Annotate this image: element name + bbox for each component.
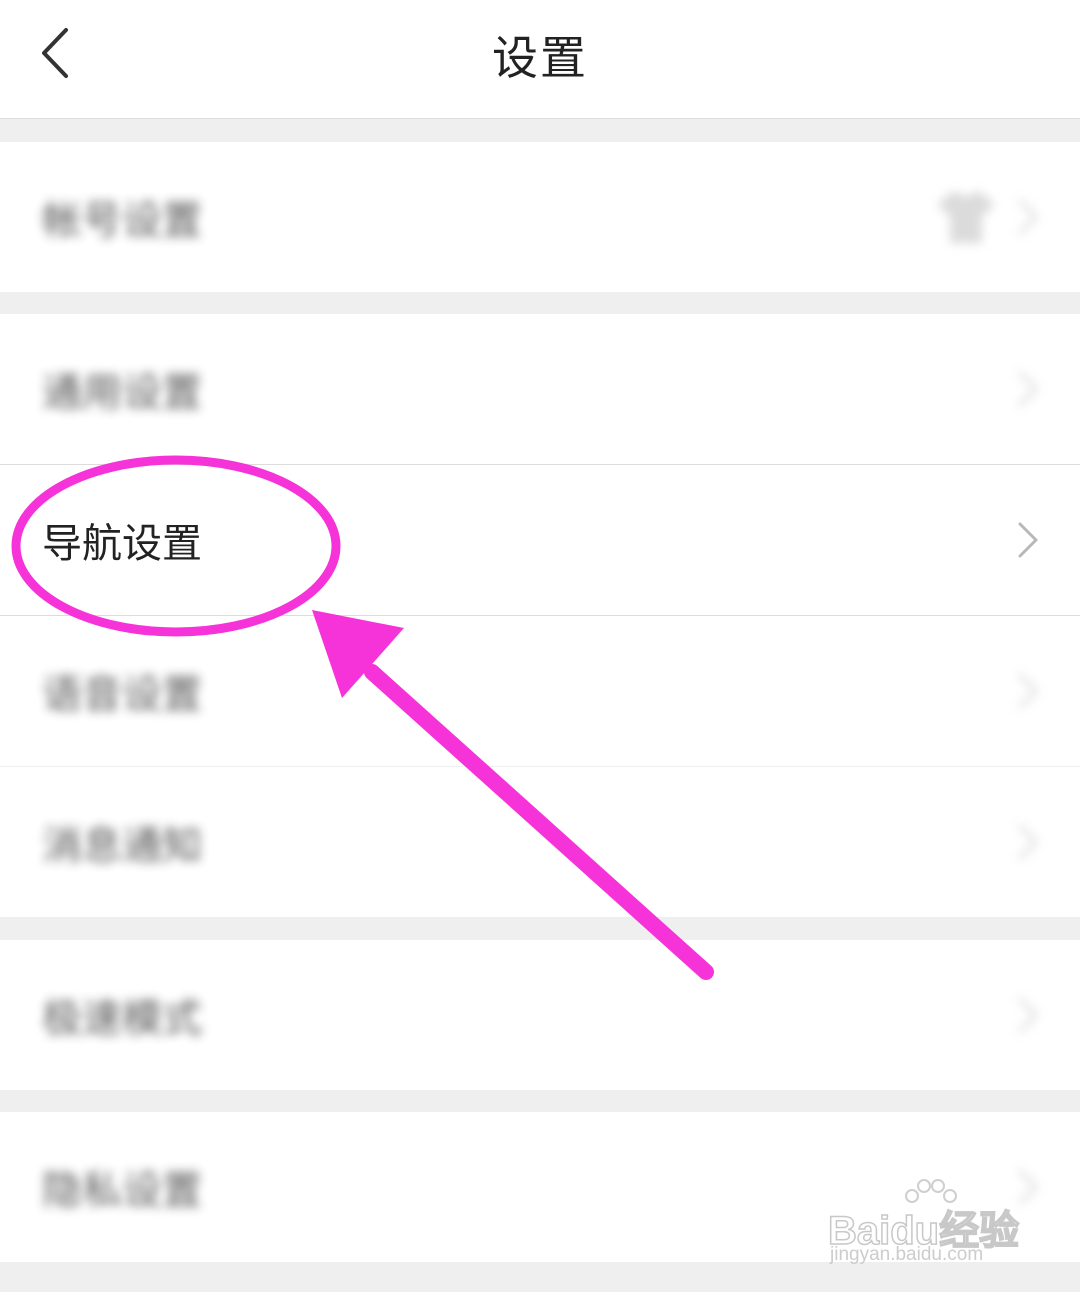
settings-item-label: 消息通知 bbox=[42, 823, 202, 869]
settings-item-voice[interactable]: 语音设置 bbox=[0, 616, 1080, 766]
watermark: Baidu经验 jingyan.baidu.com bbox=[827, 1178, 1028, 1270]
settings-item-account[interactable]: 帐号设置 bbox=[0, 142, 1080, 292]
chevron-right-icon bbox=[1018, 997, 1038, 1033]
settings-item-label: 极速模式 bbox=[42, 996, 202, 1042]
shirt-icon bbox=[938, 191, 994, 243]
settings-item-general[interactable]: 通用设置 bbox=[0, 314, 1080, 464]
settings-item-speed-mode[interactable]: 极速模式 bbox=[0, 940, 1080, 1090]
settings-item-label: 帐号设置 bbox=[42, 198, 202, 244]
chevron-right-icon bbox=[1018, 371, 1038, 407]
settings-item-label: 导航设置 bbox=[42, 521, 202, 567]
settings-item-label: 语音设置 bbox=[42, 672, 202, 718]
chevron-right-icon bbox=[1018, 824, 1038, 860]
settings-item-label: 隐私设置 bbox=[42, 1168, 202, 1214]
chevron-right-icon bbox=[1018, 199, 1038, 235]
settings-item-label: 通用设置 bbox=[42, 370, 202, 416]
watermark-url: jingyan.baidu.com bbox=[830, 1244, 984, 1265]
chevron-right-icon bbox=[1018, 522, 1038, 558]
settings-item-notifications[interactable]: 消息通知 bbox=[0, 767, 1080, 917]
chevron-right-icon bbox=[1018, 673, 1038, 709]
settings-item-navigation[interactable]: 导航设置 bbox=[0, 465, 1080, 615]
title-bar: 设置 bbox=[0, 0, 1080, 119]
page-title: 设置 bbox=[492, 31, 588, 85]
